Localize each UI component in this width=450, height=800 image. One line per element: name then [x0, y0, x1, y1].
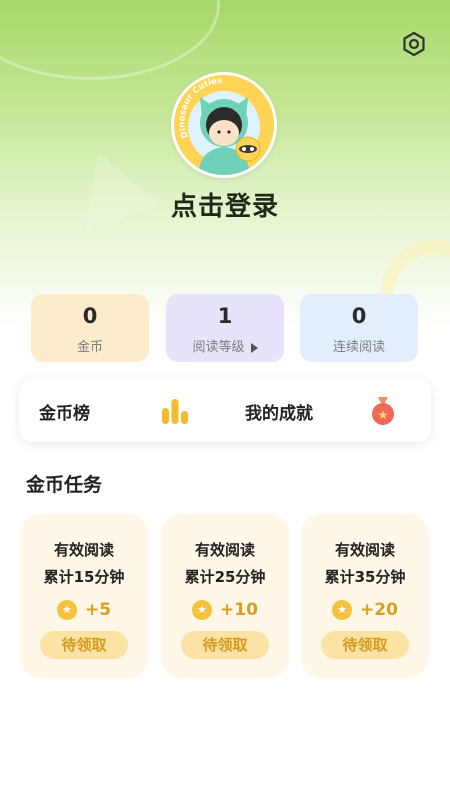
svg-text:★: ★ — [378, 408, 389, 422]
medal-icon: ★ — [372, 397, 394, 425]
coin-icon — [332, 600, 353, 620]
section-title: 金币任务 — [26, 474, 103, 496]
stat-streak-value: 0 — [351, 304, 367, 328]
task-card: 有效阅读 累计35分钟 +20 待领取 — [301, 514, 429, 678]
task-card: 有效阅读 累计25分钟 +10 待领取 — [161, 514, 289, 678]
stat-level-value: 1 — [217, 304, 233, 328]
task-card: 有效阅读 累计15分钟 +5 待领取 — [20, 514, 148, 678]
stat-coins-value: 0 — [82, 304, 98, 328]
claim-button[interactable]: 待领取 — [321, 631, 409, 659]
claim-button[interactable]: 待领取 — [181, 631, 269, 659]
task-line2: 累计35分钟 — [324, 568, 406, 586]
stat-coins-label: 金币 — [76, 340, 103, 355]
stat-coins[interactable]: 0 金币 — [31, 294, 149, 362]
task-reward-amount: +5 — [84, 600, 112, 620]
claim-button[interactable]: 待领取 — [40, 631, 128, 659]
settings-button[interactable] — [400, 30, 428, 58]
stat-reading-level[interactable]: 1 阅读等级 — [166, 294, 284, 362]
avatar-illustration: Dinosaur Cuties — [174, 75, 274, 175]
entries-card: 金币榜 我的成就 ★ — [19, 379, 431, 442]
coin-icon — [56, 600, 77, 620]
task-reward: +20 — [301, 599, 429, 621]
play-icon — [250, 342, 258, 353]
achievements-label: 我的成就 — [245, 404, 313, 424]
decorative-arc — [0, 0, 220, 80]
login-link[interactable]: 点击登录 — [0, 186, 450, 223]
avatar[interactable]: Dinosaur Cuties — [171, 72, 277, 178]
gear-icon — [403, 31, 425, 57]
achievements-button[interactable]: 我的成就 ★ — [225, 379, 431, 442]
task-line2: 累计15分钟 — [43, 568, 125, 586]
coin-rank-button[interactable]: 金币榜 — [19, 379, 225, 442]
stat-level-label-wrap: 阅读等级 — [166, 336, 284, 355]
stat-level-label: 阅读等级 — [192, 340, 245, 355]
task-line1: 有效阅读 — [53, 541, 114, 559]
task-reward: +10 — [161, 599, 289, 621]
bar-chart-icon — [162, 399, 188, 424]
task-line1: 有效阅读 — [194, 541, 255, 559]
task-reward-amount: +20 — [360, 600, 398, 620]
stat-streak[interactable]: 0 连续阅读 — [300, 294, 418, 362]
stat-streak-label: 连续阅读 — [332, 340, 385, 355]
coin-icon — [192, 600, 213, 620]
task-reward: +5 — [20, 599, 148, 621]
task-line2: 累计25分钟 — [184, 568, 266, 586]
coin-rank-label: 金币榜 — [39, 404, 90, 424]
task-line1: 有效阅读 — [334, 541, 395, 559]
task-reward-amount: +10 — [220, 600, 258, 620]
